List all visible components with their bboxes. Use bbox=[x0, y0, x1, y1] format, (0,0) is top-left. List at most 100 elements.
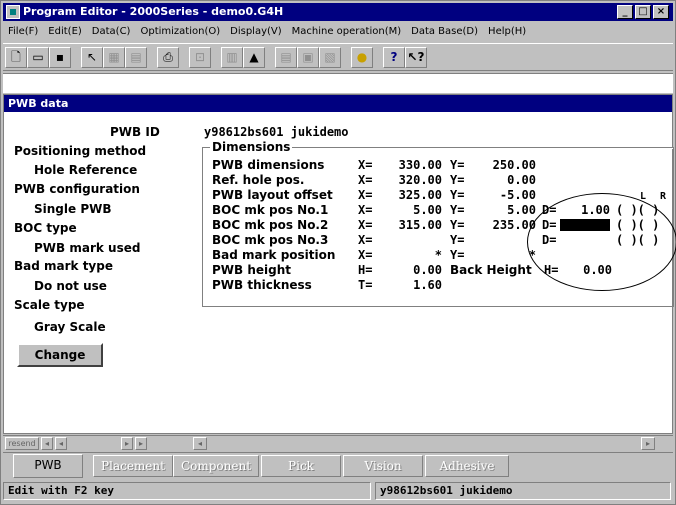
open-folder-icon[interactable]: ▭ bbox=[27, 47, 49, 68]
menu-file[interactable]: File(F) bbox=[3, 23, 43, 41]
scroll-last-icon[interactable]: ▸ bbox=[135, 437, 147, 450]
row-boc-no1-x[interactable]: 5.00 bbox=[386, 203, 442, 217]
row-pwb-height-key: H= bbox=[358, 263, 373, 277]
chart-icon[interactable]: ▲ bbox=[243, 47, 265, 68]
row-boc-no1-label: BOC mk pos No.1 bbox=[212, 203, 329, 217]
pwb-configuration-value[interactable]: Single PWB bbox=[34, 202, 112, 216]
menu-display[interactable]: Display(V) bbox=[225, 23, 287, 41]
minimize-button[interactable]: _ bbox=[617, 5, 633, 19]
form-icon[interactable]: ▧ bbox=[319, 47, 341, 68]
row-pwb-thickness-value[interactable]: 1.60 bbox=[386, 278, 442, 292]
pointer-icon[interactable]: ↖ bbox=[81, 47, 103, 68]
bulb-icon[interactable]: ● bbox=[351, 47, 373, 68]
pwb-configuration-label: PWB configuration bbox=[14, 182, 140, 196]
scroll-next-icon[interactable]: ▸ bbox=[121, 437, 133, 450]
help-pointer-icon[interactable]: ↖? bbox=[405, 47, 427, 68]
row-boc-no1-ykey: Y= bbox=[450, 203, 465, 217]
row-pwb-height-label: PWB height bbox=[212, 263, 292, 277]
tab-strip: PWB Placement Component Pick Vision Adhe… bbox=[3, 452, 673, 478]
row-ref-hole-label: Ref. hole pos. bbox=[212, 173, 305, 187]
row-layout-offset-y[interactable]: -5.00 bbox=[478, 188, 536, 202]
status-message: Edit with F2 key bbox=[3, 482, 371, 500]
row-pwb-thickness-label: PWB thickness bbox=[212, 278, 312, 292]
row-ref-hole-x[interactable]: 320.00 bbox=[386, 173, 442, 187]
row-ref-hole-xkey: X= bbox=[358, 173, 373, 187]
scale-type-label: Scale type bbox=[14, 298, 85, 312]
toolbar: 🗋 ▭ ▪ ↖ ▦ ▤ ⎙ ⊡ ▥ ▲ ▤ ▣ ▧ ● ? ↖? bbox=[3, 43, 673, 71]
tab-pwb[interactable]: PWB bbox=[13, 454, 83, 478]
tab-component[interactable]: Component bbox=[173, 455, 259, 477]
row-boc-no1-xkey: X= bbox=[358, 203, 373, 217]
menu-data[interactable]: Data(C) bbox=[87, 23, 136, 41]
maximize-button[interactable]: □ bbox=[635, 5, 651, 19]
row-pwb-dimensions-label: PWB dimensions bbox=[212, 158, 325, 172]
tab-vision[interactable]: Vision bbox=[343, 455, 423, 477]
row-boc-no1-y[interactable]: 5.00 bbox=[478, 203, 536, 217]
boc-type-value[interactable]: PWB mark used bbox=[34, 241, 140, 255]
grid-icon[interactable]: ▥ bbox=[221, 47, 243, 68]
change-button[interactable]: Change bbox=[17, 343, 103, 367]
row-bad-mark-xkey: X= bbox=[358, 248, 373, 262]
row-boc-no3-ykey: Y= bbox=[450, 233, 465, 247]
question-icon[interactable]: ? bbox=[383, 47, 405, 68]
tab-placement[interactable]: Placement bbox=[93, 455, 173, 477]
row-boc-no2-y[interactable]: 235.00 bbox=[478, 218, 536, 232]
scroll-right-arrow-icon[interactable]: ▸ bbox=[641, 437, 655, 450]
pwb-data-panel: PWB data PWB ID y98612bs601 jukidemo Pos… bbox=[3, 94, 676, 434]
status-file-info: y98612bs601 jukidemo bbox=[375, 482, 671, 500]
close-button[interactable]: × bbox=[653, 5, 669, 19]
new-file-icon[interactable]: 🗋 bbox=[5, 47, 27, 68]
row-bad-mark-ykey: Y= bbox=[450, 248, 465, 262]
table-icon[interactable]: ▦ bbox=[103, 47, 125, 68]
boc-type-label: BOC type bbox=[14, 221, 77, 235]
scale-type-value[interactable]: Gray Scale bbox=[34, 320, 106, 334]
row-boc-no3-label: BOC mk pos No.3 bbox=[212, 233, 329, 247]
row-boc-no2-xkey: X= bbox=[358, 218, 373, 232]
menu-optimization[interactable]: Optimization(O) bbox=[135, 23, 225, 41]
row-layout-offset-label: PWB layout offset bbox=[212, 188, 333, 202]
scroll-left-label[interactable]: resend bbox=[5, 437, 39, 450]
scroll-left-arrow-icon[interactable]: ◂ bbox=[193, 437, 207, 450]
menu-database[interactable]: Data Base(D) bbox=[406, 23, 483, 41]
horizontal-scrollbar[interactable]: resend ◂ ◂ ▸ ▸ ◂ ▸ bbox=[3, 435, 673, 451]
row-pwb-dimensions-y[interactable]: 250.00 bbox=[478, 158, 536, 172]
menu-machine-operation[interactable]: Machine operation(M) bbox=[287, 23, 406, 41]
pwb-id-value: y98612bs601 jukidemo bbox=[204, 125, 349, 139]
dimensions-title: Dimensions bbox=[210, 140, 293, 154]
menu-help[interactable]: Help(H) bbox=[483, 23, 531, 41]
row-boc-no2-ykey: Y= bbox=[450, 218, 465, 232]
row-bad-mark-label: Bad mark position bbox=[212, 248, 336, 262]
program-editor-window: Program Editor - 2000Series - demo0.G4H … bbox=[0, 0, 676, 505]
scroll-prev-icon[interactable]: ◂ bbox=[55, 437, 67, 450]
row-bad-mark-x[interactable]: * bbox=[386, 248, 442, 262]
menu-edit[interactable]: Edit(E) bbox=[43, 23, 87, 41]
zoom-icon[interactable]: ⊡ bbox=[189, 47, 211, 68]
back-height-label: Back Height bbox=[450, 263, 532, 277]
scroll-first-icon[interactable]: ◂ bbox=[41, 437, 53, 450]
chip-icon[interactable]: ▣ bbox=[297, 47, 319, 68]
table2-icon[interactable]: ▤ bbox=[125, 47, 147, 68]
row-pwb-dimensions-ykey: Y= bbox=[450, 158, 465, 172]
r-column-header: R bbox=[660, 191, 667, 202]
menu-bar: File(F) Edit(E) Data(C) Optimization(O) … bbox=[3, 23, 673, 41]
row-layout-offset-x[interactable]: 325.00 bbox=[386, 188, 442, 202]
row-layout-offset-ykey: Y= bbox=[450, 188, 465, 202]
list-icon[interactable]: ▤ bbox=[275, 47, 297, 68]
save-icon[interactable]: ▪ bbox=[49, 47, 71, 68]
bad-mark-type-label: Bad mark type bbox=[14, 259, 113, 273]
row-pwb-height-value[interactable]: 0.00 bbox=[386, 263, 442, 277]
tab-pick[interactable]: Pick bbox=[261, 455, 341, 477]
row-pwb-thickness-key: T= bbox=[358, 278, 373, 292]
row-ref-hole-y[interactable]: 0.00 bbox=[478, 173, 536, 187]
panel-title: PWB data bbox=[4, 95, 672, 112]
print-icon[interactable]: ⎙ bbox=[157, 47, 179, 68]
positioning-method-label: Positioning method bbox=[14, 144, 147, 158]
row-pwb-dimensions-x[interactable]: 330.00 bbox=[386, 158, 442, 172]
positioning-method-value[interactable]: Hole Reference bbox=[34, 163, 137, 177]
status-bar: Edit with F2 key y98612bs601 jukidemo bbox=[3, 480, 673, 502]
row-ref-hole-ykey: Y= bbox=[450, 173, 465, 187]
tab-adhesive[interactable]: Adhesive bbox=[425, 455, 509, 477]
bad-mark-type-value[interactable]: Do not use bbox=[34, 279, 107, 293]
row-boc-no2-x[interactable]: 315.00 bbox=[386, 218, 442, 232]
highlight-ellipse bbox=[527, 193, 676, 291]
